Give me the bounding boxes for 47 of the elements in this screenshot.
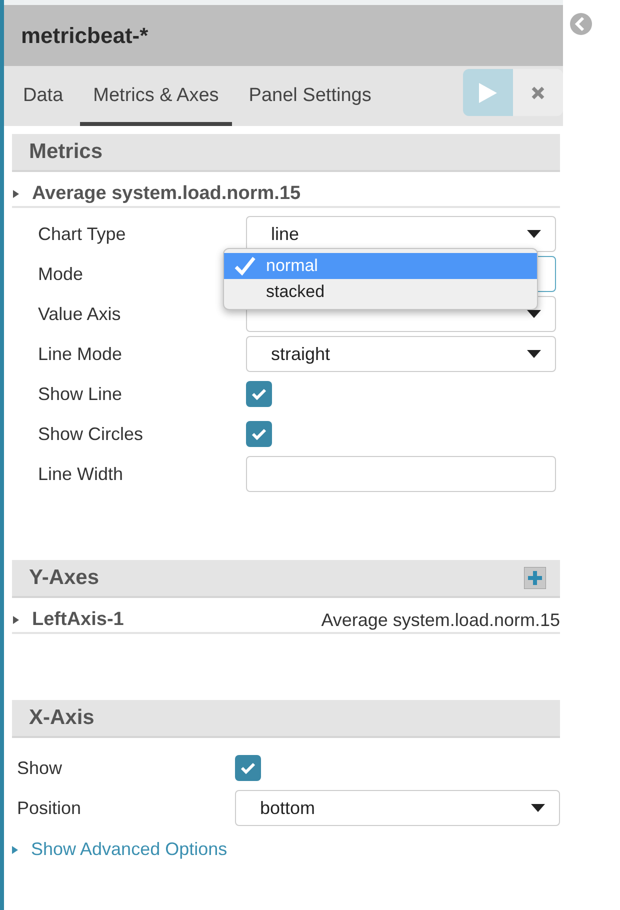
field-label: Value Axis <box>37 302 122 326</box>
section-title: Metrics <box>29 139 103 166</box>
field-label: Position <box>16 796 82 820</box>
axis-row[interactable]: LeftAxis-1 Average system.load.norm.15 <box>12 608 560 634</box>
metric-row[interactable]: Average system.load.norm.15 <box>12 182 560 208</box>
caret-right-icon[interactable] <box>12 615 20 625</box>
field-label: Line Width <box>37 462 124 486</box>
axis-series: Average system.load.norm.15 <box>321 608 560 632</box>
index-title: metricbeat-* <box>21 22 148 50</box>
select-field[interactable]: straight <box>246 336 556 372</box>
field-label: Line Mode <box>37 342 124 366</box>
checkbox[interactable] <box>235 755 261 781</box>
add-icon[interactable] <box>524 567 546 589</box>
dropdown-arrow-icon <box>531 804 545 812</box>
dropdown-arrow-icon <box>527 310 541 318</box>
input-field[interactable] <box>246 456 556 492</box>
section-title: Y-Axes <box>29 565 100 592</box>
select-field[interactable]: bottom <box>235 790 560 826</box>
tab[interactable]: Data <box>10 66 76 126</box>
field-label: Chart Type <box>37 222 127 246</box>
field-label: Mode <box>37 262 84 286</box>
checkmark-icon <box>240 761 256 775</box>
dropdown-option[interactable]: stacked <box>224 279 537 305</box>
advanced-options-link[interactable]: Show Advanced Options <box>12 836 228 863</box>
collapse-icon[interactable] <box>570 13 592 35</box>
dropdown-arrow-icon <box>527 350 541 358</box>
apply-button[interactable] <box>463 69 513 116</box>
tab[interactable]: Panel Settings <box>236 66 384 126</box>
checkmark-icon <box>251 387 267 401</box>
checkbox[interactable] <box>246 421 272 447</box>
field-label: Show <box>16 756 64 780</box>
discard-button[interactable] <box>513 69 563 116</box>
checkmark-icon <box>234 256 256 276</box>
play-icon <box>479 82 497 102</box>
select-field[interactable]: line <box>246 216 556 252</box>
close-icon <box>531 86 545 100</box>
checkbox[interactable] <box>246 381 272 407</box>
dropdown-arrow-icon <box>527 230 541 238</box>
tab[interactable]: Metrics & Axes <box>80 66 232 126</box>
field-label: Show Line <box>37 382 124 406</box>
axis-name: LeftAxis-1 <box>32 608 124 632</box>
metric-label: Average system.load.norm.15 <box>32 182 301 206</box>
field-label: Show Circles <box>37 422 144 446</box>
caret-right-icon[interactable] <box>12 189 20 199</box>
checkmark-icon <box>251 427 267 441</box>
section-title: X-Axis <box>29 705 94 732</box>
caret-right-icon <box>12 844 19 854</box>
